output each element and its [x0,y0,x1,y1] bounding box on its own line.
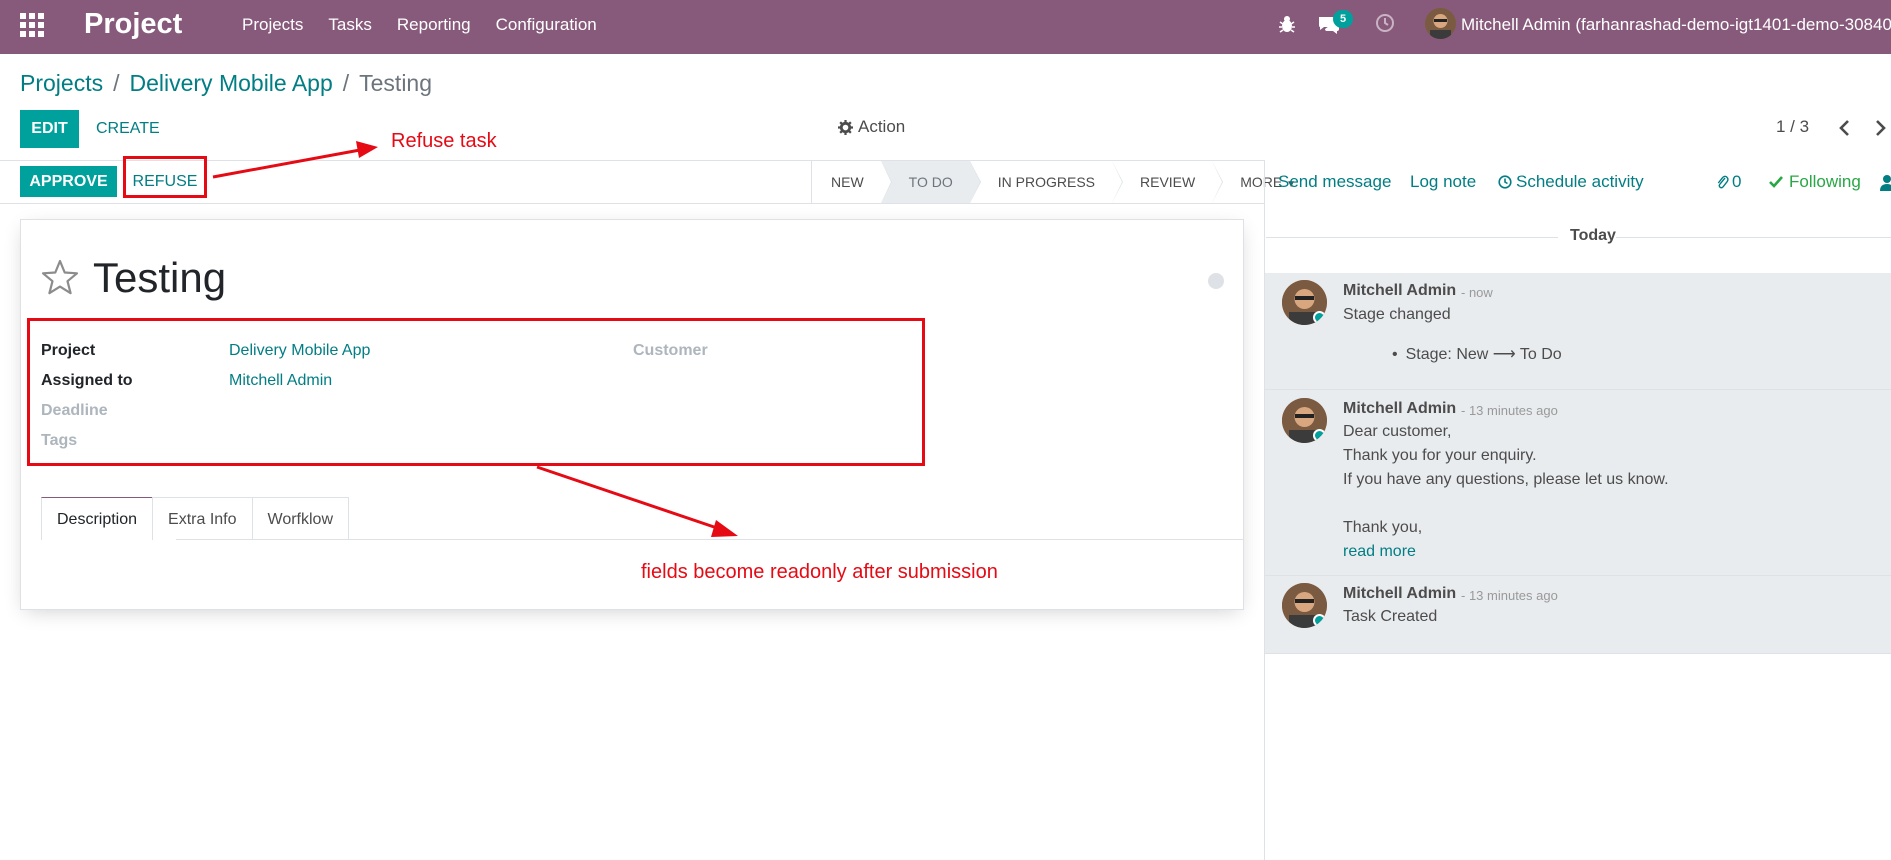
top-menu: Projects Tasks Reporting Configuration [242,15,622,35]
tab-extra-info[interactable]: Extra Info [152,497,253,540]
readonly-fields-annotation: fields become readonly after submission [641,561,998,583]
paperclip-icon [1717,175,1729,189]
bullet-icon: • [1392,346,1398,363]
breadcrumb-separator: / [342,70,350,96]
message-author[interactable]: Mitchell Admin [1343,585,1456,603]
message-tracking-value: • Stage: New ⟶ To Do [1392,343,1562,367]
stage-new[interactable]: NEW [812,161,892,203]
create-button[interactable]: CREATE [96,110,160,148]
attachments-button[interactable]: 0 [1716,172,1741,192]
tracking-text: Stage: New ⟶ To Do [1405,346,1562,363]
online-status-dot [1313,614,1326,627]
form-tabs: Description Extra Info Worfklow [41,497,350,540]
message-author-avatar[interactable] [1282,398,1327,443]
activity-clock-icon[interactable] [1375,13,1395,33]
stage-review[interactable]: REVIEW [1112,161,1224,203]
pager-next-icon[interactable] [1870,116,1890,140]
messaging-badge: 5 [1333,10,1353,28]
statusbar-bottom-border [0,203,1265,204]
message-line: Thank you, [1343,519,1423,536]
menu-projects[interactable]: Projects [242,15,303,35]
message-line: If you have any questions, please let us… [1343,471,1669,488]
arrow-head [356,141,378,158]
message-time: - 13 minutes ago [1461,403,1558,418]
message-body: Task Created [1343,608,1438,625]
breadcrumb-separator: / [113,70,120,96]
stage-more-label: MORE [1240,174,1283,190]
following-label: Following [1789,172,1861,191]
top-navbar: Project Projects Tasks Reporting Configu… [0,0,1891,54]
message-author[interactable]: Mitchell Admin [1343,400,1456,418]
star-icon[interactable] [41,259,79,295]
send-message-button[interactable]: Send message [1278,172,1391,192]
refuse-highlight-box [123,156,207,198]
edit-button[interactable]: EDIT [20,110,79,148]
action-dropdown[interactable]: Action [838,117,905,137]
tabs-border [176,539,1244,540]
online-status-dot [1313,311,1326,324]
following-button[interactable]: Following [1768,172,1861,192]
log-note-button[interactable]: Log note [1410,172,1476,192]
refuse-task-annotation: Refuse task [391,130,497,152]
fields-highlight-box [27,318,925,466]
date-separator-label: Today [1570,227,1616,244]
message-body: Stage changed [1343,306,1451,323]
message-author-avatar[interactable] [1282,280,1327,325]
read-more-link[interactable]: read more [1343,540,1416,564]
pager-previous-icon[interactable] [1835,116,1855,140]
menu-configuration[interactable]: Configuration [496,15,597,35]
schedule-activity-label: Schedule activity [1516,172,1644,191]
message-author-avatar[interactable] [1282,583,1327,628]
user-avatar[interactable] [1425,8,1456,39]
check-icon [1769,176,1783,188]
apps-menu-icon[interactable] [20,13,44,37]
message-time: - 13 minutes ago [1461,588,1558,603]
app-brand: Project [84,8,183,40]
breadcrumb-current: Testing [359,70,433,96]
attachments-count: 0 [1732,172,1742,191]
message-line: Dear customer, [1343,423,1452,440]
stage-in-progress[interactable]: IN PROGRESS [969,161,1124,203]
stage-statusbar: NEW TO DO IN PROGRESS REVIEW MORE ▼ [811,161,1314,203]
message-line: Thank you for your enquiry. [1343,447,1537,464]
chatter-message: Mitchell Admin - now Stage changed • Stag… [1265,273,1891,390]
kanban-state-dot[interactable] [1208,273,1224,289]
debug-bug-icon[interactable] [1277,14,1297,34]
tab-description[interactable]: Description [41,497,154,540]
action-label: Action [858,117,906,136]
message-author[interactable]: Mitchell Admin [1343,282,1456,300]
pager-value[interactable]: 1 / 3 [1776,117,1809,137]
date-separator-line [1616,237,1891,238]
message-time: - now [1461,285,1493,300]
breadcrumb: Projects / Delivery Mobile App / Testing [20,70,432,97]
menu-reporting[interactable]: Reporting [397,15,471,35]
tab-workflow[interactable]: Worfklow [251,497,350,540]
schedule-activity-button[interactable]: Schedule activity [1498,172,1644,192]
gear-icon [838,119,853,135]
breadcrumb-delivery-mobile-app[interactable]: Delivery Mobile App [129,70,332,97]
clock-icon [1498,175,1512,189]
followers-user-icon[interactable] [1880,174,1891,192]
arrow-line [212,148,361,179]
date-separator-line [1266,237,1558,238]
chatter-message: Mitchell Admin - 13 minutes ago Dear cus… [1265,390,1891,576]
breadcrumb-projects[interactable]: Projects [20,70,103,97]
menu-tasks[interactable]: Tasks [328,15,371,35]
task-title: Testing [93,254,227,301]
approve-button[interactable]: APPROVE [20,166,117,197]
stage-todo[interactable]: TO DO [880,161,981,203]
user-menu[interactable]: Mitchell Admin (farhanrashad-demo-igt140… [1461,15,1891,35]
chatter-message: Mitchell Admin - 13 minutes ago Task Cre… [1265,576,1891,654]
online-status-dot [1313,429,1326,442]
